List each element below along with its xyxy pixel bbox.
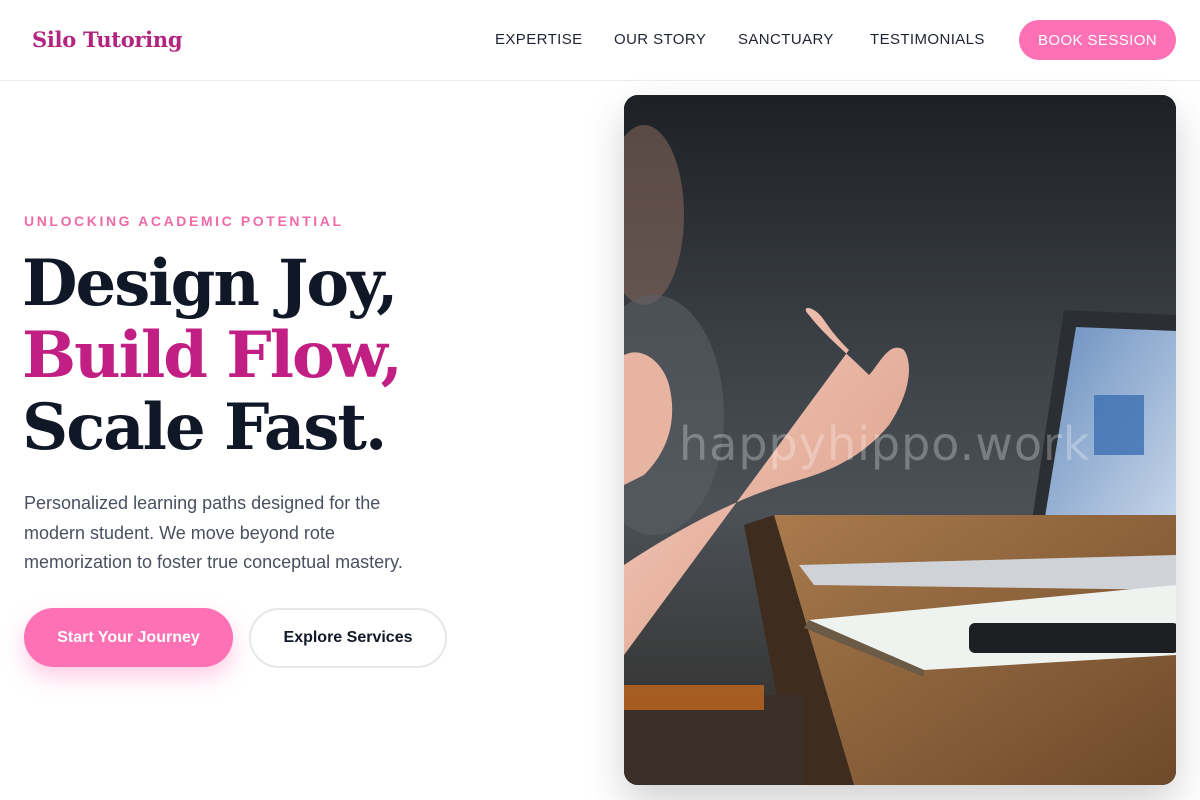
explore-services-button[interactable]: Explore Services [249,608,447,668]
hero-photo: happyhippo.work [624,95,1176,785]
headline-line-3: Scale Fast. [22,390,387,465]
nav-link-expertise[interactable]: EXPERTISE [495,31,583,48]
hero-description: Personalized learning paths designed for… [24,493,403,572]
top-navigation: Silo Tutoring EXPERTISE OUR STORY SANCTU… [0,0,1200,81]
headline-line-1: Design Joy, [22,246,398,321]
nav-link-testimonials[interactable]: TESTIMONIALS [870,31,985,48]
start-journey-button[interactable]: Start Your Journey [24,608,233,667]
book-session-button[interactable]: BOOK SESSION [1019,20,1176,60]
headline-line-2: Build Flow, [22,318,403,393]
image-watermark: happyhippo.work [679,417,1091,471]
hero-headline: Design Joy, Build Flow, Scale Fast. [22,248,582,464]
brand-logo[interactable]: Silo Tutoring [32,27,183,52]
nav-link-our-story[interactable]: OUR STORY [614,31,706,48]
hero-eyebrow: UNLOCKING ACADEMIC POTENTIAL [24,213,344,229]
nav-link-sanctuary[interactable]: SANCTUARY [738,31,834,48]
